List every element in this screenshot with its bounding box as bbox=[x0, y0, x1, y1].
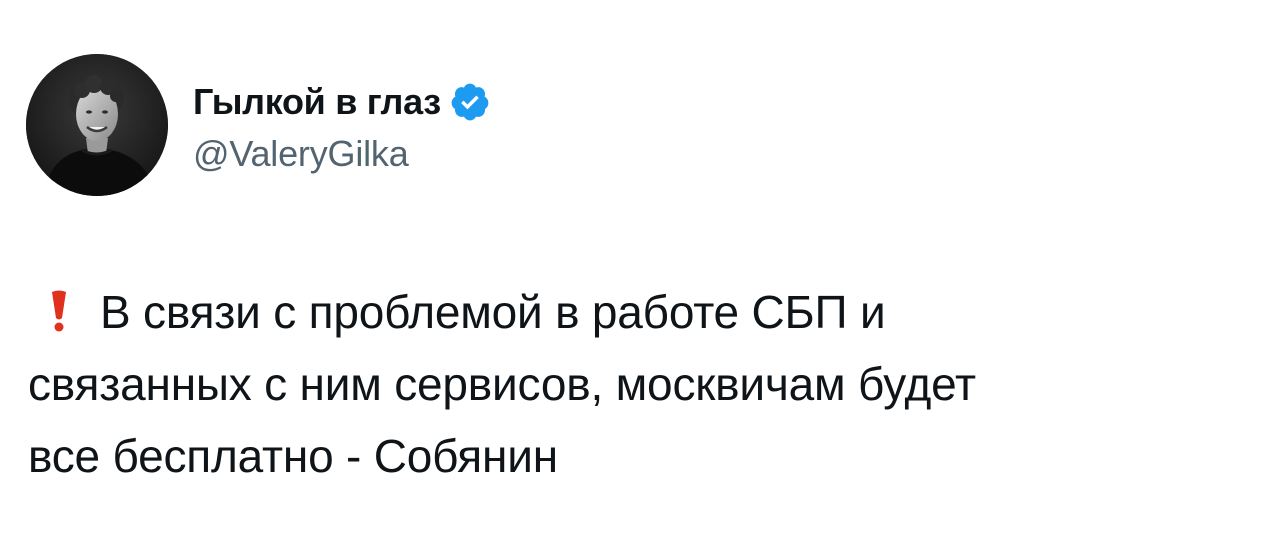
tweet-header: Гылкой в глаз @ValeryGilka bbox=[26, 54, 491, 196]
tweet-text-line-1: В связи с проблемой в работе СБП и bbox=[100, 286, 886, 338]
tweet-text-line-2: связанных с ним сервисов, москвичам буде… bbox=[28, 358, 976, 410]
tweet-text-line-3: все бесплатно - Собянин bbox=[28, 430, 558, 482]
user-avatar-photo-icon bbox=[26, 54, 168, 196]
tweet-card: Гылкой в глаз @ValeryGilka В связи с про… bbox=[0, 0, 1262, 537]
author-handle[interactable]: @ValeryGilka bbox=[193, 133, 491, 175]
verified-badge-icon bbox=[449, 81, 491, 123]
author-identity: Гылкой в глаз @ValeryGilka bbox=[193, 54, 491, 196]
tweet-text: В связи с проблемой в работе СБП и связа… bbox=[28, 276, 1228, 492]
tweet-text-line: В связи с проблемой в работе СБП и bbox=[28, 276, 1228, 348]
author-display-name[interactable]: Гылкой в глаз bbox=[193, 81, 441, 123]
name-row: Гылкой в глаз bbox=[193, 79, 491, 125]
red-exclamation-mark-icon bbox=[44, 288, 74, 334]
avatar[interactable] bbox=[26, 54, 168, 196]
